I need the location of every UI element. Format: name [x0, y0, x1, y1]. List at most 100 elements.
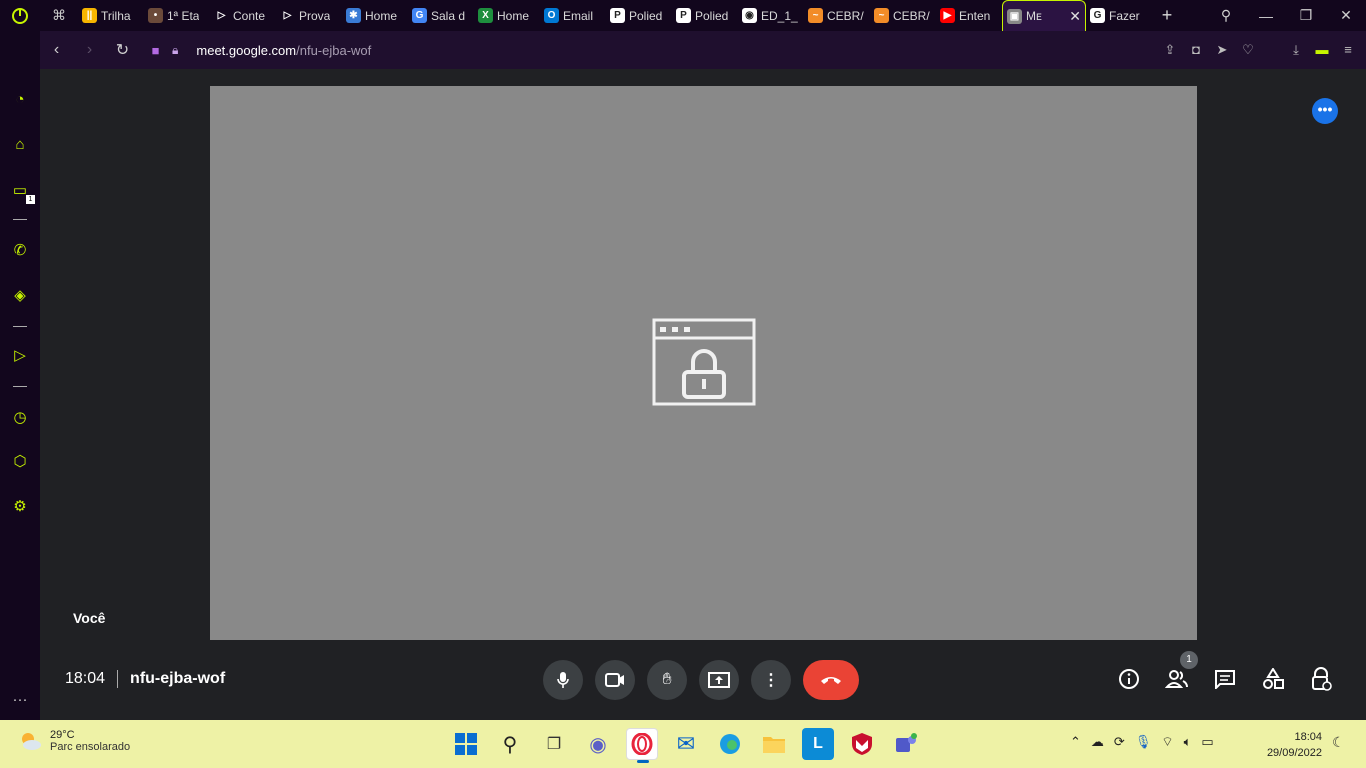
gx-corner-icon[interactable]: ⌂ — [0, 136, 40, 153]
activities-button[interactable] — [1260, 665, 1286, 693]
close-tab-icon[interactable]: ✕ — [1069, 8, 1081, 25]
search-icon: ⚲ — [502, 733, 518, 756]
tab-3[interactable]: ▷ Prova — [276, 0, 342, 31]
tab-4[interactable]: ✱ Home — [342, 0, 408, 31]
tab-2[interactable]: ▷ Conte — [210, 0, 276, 31]
leave-call-button[interactable] — [803, 660, 859, 700]
settings-gear-icon[interactable]: ⚙ — [0, 497, 40, 515]
chat-app-button[interactable]: ◉ — [582, 728, 614, 760]
file-explorer-button[interactable] — [758, 728, 790, 760]
tab-title: Mᴇ — [1026, 9, 1042, 23]
tab-6[interactable]: X Home — [474, 0, 540, 31]
tab-5[interactable]: G Sala d — [408, 0, 474, 31]
onedrive-cloud-icon[interactable]: ☁ — [1091, 734, 1104, 750]
edge-icon — [720, 734, 740, 754]
camera-icon — [605, 673, 624, 687]
new-tab-button[interactable]: + — [1152, 5, 1182, 26]
send-icon[interactable]: ➤ — [1212, 42, 1232, 58]
volume-icon[interactable]: 🔈︎ — [1184, 734, 1192, 750]
download-icon[interactable]: ⤓ — [1286, 42, 1306, 58]
wifi-icon[interactable]: ⌔ — [1161, 734, 1173, 750]
focus-assist-moon-icon[interactable]: ☾ — [1332, 734, 1345, 751]
task-view-button[interactable]: ❐ — [538, 728, 570, 760]
battery-icon[interactable]: ▭ — [1201, 734, 1213, 750]
hang-up-icon — [821, 677, 841, 684]
camera-button[interactable] — [595, 660, 635, 700]
tab-10[interactable]: ◉ ED_1_ — [738, 0, 804, 31]
mcafee-button[interactable] — [846, 728, 878, 760]
extensions-cube-icon[interactable]: ⬡ — [0, 452, 40, 470]
tab-14[interactable]: ▣ Mᴇ ✕ — [1002, 0, 1086, 31]
tab-title: Sala d — [431, 8, 466, 23]
tab-15[interactable]: G Fazer — [1086, 0, 1152, 31]
tab-12[interactable]: ~ CEBR/ — [870, 0, 936, 31]
player-icon[interactable]: ▷ — [0, 346, 40, 364]
host-controls-button[interactable] — [1308, 665, 1334, 693]
back-button[interactable]: ‹ — [40, 41, 73, 59]
l-app-icon: L — [813, 735, 823, 752]
l-app-button[interactable]: L — [802, 728, 834, 760]
teams-button[interactable] — [890, 728, 922, 760]
easy-setup-icon[interactable]: ≡ — [1338, 42, 1358, 58]
tab-title: CEBR/ — [827, 8, 864, 23]
meeting-details-button[interactable] — [1116, 665, 1142, 693]
tab-strip: ⌘ || Trilha • 1ª Eta ▷ Conte ▷ Prova ✱ Home G Sala … — [0, 0, 1366, 31]
battery-saver-icon[interactable]: ▬ — [1312, 42, 1332, 58]
microphone-button[interactable] — [543, 660, 583, 700]
discord-icon[interactable]: ◈ — [0, 286, 40, 304]
tab-9[interactable]: P Polied — [672, 0, 738, 31]
tab-0[interactable]: || Trilha — [78, 0, 144, 31]
opera-gx-taskbar-button[interactable] — [626, 728, 658, 763]
whatsapp-icon[interactable]: ✆ — [0, 241, 40, 259]
tab-favicon-icon: ~ — [808, 8, 823, 23]
speed-dial-icon[interactable]: ◔ — [0, 91, 40, 108]
twitch-icon[interactable]: ▭ 1 — [0, 181, 40, 204]
forward-button[interactable]: › — [73, 41, 106, 59]
show-hidden-icons-chevron-icon[interactable]: ⌃ — [1070, 734, 1081, 750]
system-clock[interactable]: 18:04 29/09/2022 — [1258, 729, 1322, 761]
tab-7[interactable]: O Email — [540, 0, 606, 31]
reload-button[interactable]: ↻ — [106, 40, 139, 60]
mail-button[interactable]: ✉ — [670, 728, 702, 760]
sync-icon[interactable]: ⟳ — [1114, 734, 1125, 750]
start-button[interactable] — [450, 728, 482, 760]
share-icon[interactable]: ⇪ — [1160, 42, 1180, 58]
people-button[interactable]: 1 — [1164, 651, 1198, 693]
search-tabs-icon[interactable]: ⚲ — [1206, 7, 1246, 24]
tab-favicon-icon: P — [676, 8, 691, 23]
tab-1[interactable]: • 1ª Eta — [144, 0, 210, 31]
camera-in-use-icon[interactable]: ■ — [139, 43, 172, 58]
url-field[interactable]: meet.google.com/nfu-ejba-wof — [196, 43, 371, 58]
tab-title: Home — [365, 8, 398, 23]
present-screen-button[interactable] — [699, 660, 739, 700]
microphone-icon — [557, 672, 569, 688]
tab-favicon-icon: ▶ — [940, 8, 955, 23]
snapshot-camera-icon[interactable]: ◘ — [1186, 42, 1206, 58]
search-button[interactable]: ⚲ — [494, 728, 526, 760]
bookmark-heart-icon[interactable]: ♡ — [1238, 42, 1258, 58]
more-options-fab-button[interactable]: ••• — [1312, 98, 1338, 124]
video-tile — [210, 86, 1197, 640]
tab-8[interactable]: P Polied — [606, 0, 672, 31]
participant-name-label: Você — [73, 610, 106, 626]
teams-icon — [896, 733, 917, 752]
restore-button[interactable]: ❐ — [1286, 7, 1326, 24]
microphone-in-use-icon[interactable]: 🎙︎ — [1135, 734, 1152, 750]
padlock-icon[interactable]: 🔒︎ — [172, 43, 178, 58]
partly-sunny-icon — [22, 733, 41, 750]
gamepad-icon[interactable]: ⌘ — [40, 7, 78, 24]
sidebar-more-icon[interactable]: ··· — [0, 691, 40, 708]
edge-button[interactable] — [714, 728, 746, 760]
chat-button[interactable] — [1212, 665, 1238, 693]
tab-13[interactable]: ▶ Enten — [936, 0, 1002, 31]
close-window-button[interactable]: ✕ — [1326, 7, 1366, 24]
tab-favicon-icon: G — [412, 8, 427, 23]
weather-widget[interactable]: 29°C Parc ensolarado — [18, 729, 130, 753]
tab-11[interactable]: ~ CEBR/ — [804, 0, 870, 31]
minimize-button[interactable]: — — [1246, 8, 1286, 24]
opera-gx-logo-icon[interactable] — [0, 0, 40, 31]
history-icon[interactable]: ◷ — [0, 408, 40, 426]
raise-hand-button[interactable]: ✋︎ — [647, 660, 687, 700]
meeting-details: 18:04 nfu-ejba-wof — [65, 670, 225, 688]
more-options-button[interactable]: ⋮ — [751, 660, 791, 700]
